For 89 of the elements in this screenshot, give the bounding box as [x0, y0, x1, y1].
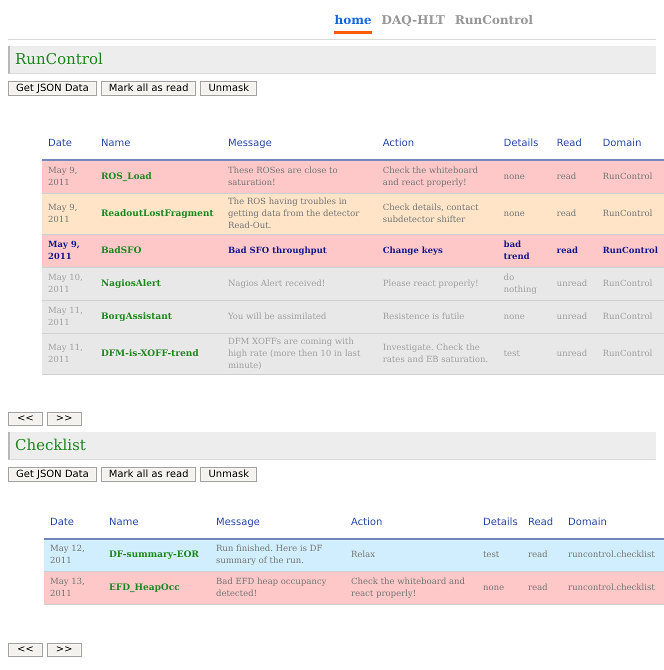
- column-header: Details: [482, 516, 518, 530]
- name-cell-text: ROS_Load: [100, 170, 153, 183]
- message-cell-text: These ROSes are close to saturation!: [228, 164, 339, 189]
- domain-cell-text: RunControl: [602, 170, 654, 183]
- details-cell-text: test: [483, 549, 500, 562]
- details-cell-text: none: [504, 170, 526, 183]
- column-header: Message: [226, 137, 272, 151]
- name-cell-text: EFD_HeapOcc: [109, 582, 181, 594]
- column-header: Domain: [567, 516, 607, 530]
- message-cell-text: Bad EFD heap occupancy detected!: [216, 576, 328, 600]
- date-cell-text: May 9, 2011: [48, 164, 78, 189]
- next-page-button[interactable]: >>: [46, 643, 82, 657]
- toolbar-button[interactable]: Mark all as read: [100, 466, 196, 482]
- message-cell-text: The ROS having troubles in getting data from the detector Read-Out.: [228, 196, 360, 232]
- domain-cell-text: RunControl: [602, 278, 654, 290]
- toolbar-button[interactable]: Unmask: [200, 81, 257, 96]
- column-header: Date: [49, 516, 74, 530]
- read-cell-text: unread: [556, 278, 588, 290]
- alert-row[interactable]: May 11, 2011 DFM-is-XOFF-trend DFM XOFFs are coming with high rate (more then 10 in last minute) Investigate. Check the rates and EB saturation. test unread RunControl: [42, 333, 664, 374]
- toolbar-button[interactable]: Unmask: [200, 466, 257, 482]
- action-cell-text: Check the whiteboard and react properly!: [382, 164, 480, 189]
- read-cell-text: unread: [556, 310, 588, 322]
- name-cell-text: BorgAssistant: [100, 310, 173, 322]
- details-cell-text: do nothing: [504, 272, 538, 296]
- alert-row[interactable]: May 9, 2011 ReadoutLostFragment The ROS having troubles in getting data from the detector Read-Out. Check details, contact subdetector shifter none read RunControl: [42, 193, 664, 234]
- read-cell-text: read: [556, 208, 578, 220]
- alert-row[interactable]: May 10, 2011 NagiosAlert Nagios Alert received! Please react properly! do nothing unread RunControl: [42, 267, 664, 300]
- column-header: Name: [100, 137, 130, 151]
- message-cell-text: Nagios Alert received!: [228, 278, 326, 290]
- column-header: Action: [382, 137, 414, 151]
- column-header: Details: [502, 137, 538, 151]
- read-cell-text: read: [556, 244, 579, 256]
- domain-cell: RunControl: [602, 244, 658, 256]
- next-page-button[interactable]: >>: [46, 412, 82, 426]
- action-cell-text: Change keys: [382, 244, 444, 256]
- name-cell-text: NagiosAlert: [100, 278, 162, 290]
- name-cell-text: DF-summary-EOR: [109, 549, 200, 562]
- action-cell-text: Relax: [351, 549, 376, 562]
- message-cell-text: DFM XOFFs are coming with high rate (more then 10 in last minute): [228, 336, 362, 372]
- column-header: Name: [108, 516, 139, 530]
- column-header: Domain: [602, 137, 642, 151]
- toolbar-button[interactable]: Get JSON Data: [8, 466, 97, 482]
- domain-cell-text: RunControl: [602, 348, 654, 360]
- domain-cell-text: RunControl: [602, 208, 654, 220]
- alert-row[interactable]: May 11, 2011 BorgAssistant You will be assimilated Resistence is futile none unread RunControl: [42, 300, 664, 333]
- section-title: Checklist: [15, 434, 86, 456]
- toolbar-button[interactable]: Get JSON Data: [8, 81, 97, 96]
- alert-row[interactable]: May 12, 2011 DF-summary-EOR Run finished. Here is DF summary of the run. Relax test read runcontrol.checklist: [44, 538, 664, 572]
- nav-link[interactable]: home: [334, 11, 372, 34]
- name-cell-text: ReadoutLostFragment: [100, 208, 215, 220]
- action-cell-text: Check the whiteboard and react properly!: [351, 576, 466, 600]
- toolbar-button[interactable]: Mark all as read: [100, 81, 196, 96]
- message-cell-text: Run finished. Here is DF summary of the run.: [216, 543, 324, 568]
- action-cell-text: Resistence is futile: [382, 310, 466, 322]
- read-cell-text: read: [528, 549, 549, 562]
- read-cell-text: unread: [556, 348, 588, 360]
- read-cell-text: read: [556, 170, 578, 183]
- domain-cell-text: runcontrol.checklist: [568, 582, 656, 594]
- domain-cell-text: RunControl: [602, 310, 654, 322]
- details-cell-text: test: [504, 348, 521, 360]
- date-cell-text: May 9, 2011: [48, 238, 81, 262]
- column-header: Action: [350, 516, 382, 530]
- alert-row[interactable]: May 9, 2011 BadSFO Bad SFO throughput Change keys bad trend read RunControl: [42, 234, 664, 267]
- message-cell-text: Bad SFO throughput: [228, 244, 328, 256]
- action-cell-text: Please react properly!: [382, 278, 480, 290]
- details-cell-text: none: [504, 208, 526, 220]
- message-cell-text: You will be assimilated: [228, 310, 328, 322]
- read-cell-text: read: [528, 582, 549, 594]
- name-cell-text: DFM-is-XOFF-trend: [100, 348, 200, 360]
- section-title: RunControl: [15, 49, 103, 70]
- previous-page-button[interactable]: <<: [8, 643, 43, 657]
- details-cell-text: none: [504, 310, 526, 322]
- previous-page-button[interactable]: <<: [8, 412, 43, 426]
- date-cell-text: May 9, 2011: [48, 202, 78, 226]
- date-cell-text: May 10, 2011: [48, 272, 84, 296]
- name-cell-text: BadSFO: [100, 244, 142, 256]
- column-header: Message: [215, 516, 260, 530]
- details-cell-text: bad trend: [504, 238, 531, 262]
- date-cell-text: May 11, 2011: [48, 304, 84, 328]
- date-cell-text: May 12, 2011: [50, 543, 86, 568]
- details-cell-text: none: [483, 582, 506, 594]
- domain-cell-text: runcontrol.checklist: [568, 549, 656, 562]
- date-cell-text: May 13, 2011: [50, 576, 86, 600]
- column-header: Read: [527, 516, 554, 530]
- date-cell-text: May 11, 2011: [48, 342, 84, 366]
- action-cell-text: Investigate. Check the rates and EB saturation.: [382, 342, 490, 366]
- action-cell-text: Check details, contact subdetector shifter: [382, 202, 480, 226]
- column-header: Date: [47, 137, 72, 151]
- column-header: Read: [556, 137, 582, 151]
